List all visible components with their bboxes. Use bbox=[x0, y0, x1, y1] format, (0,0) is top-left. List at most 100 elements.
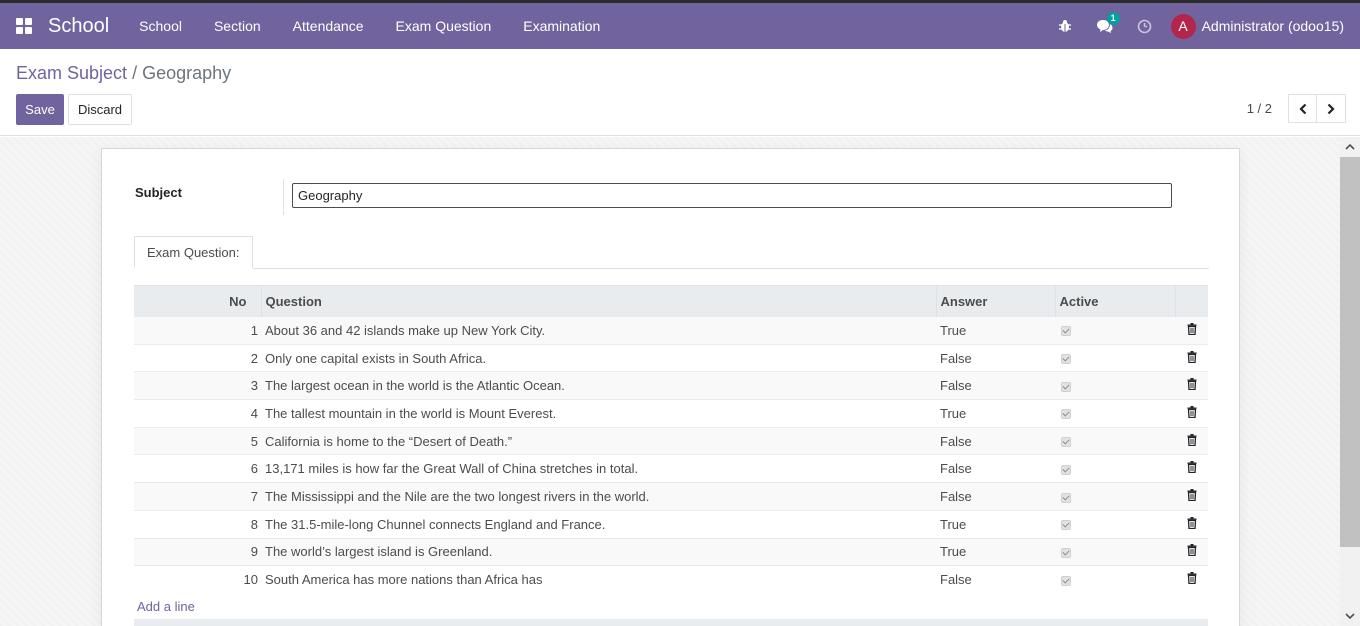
control-panel: Exam Subject / Geography Save Discard 1 … bbox=[0, 49, 1360, 136]
active-checkbox[interactable] bbox=[1061, 437, 1071, 448]
table-row[interactable]: 9 The world’s largest island is Greenland… bbox=[134, 537, 1208, 566]
debug-bug-icon[interactable] bbox=[1045, 3, 1085, 49]
table-body: 1 About 36 and 42 islands make up New Yor… bbox=[134, 316, 1208, 594]
row-question[interactable]: 13,171 miles is how far the Great Wall o… bbox=[261, 454, 936, 483]
trash-icon[interactable] bbox=[1187, 378, 1197, 391]
scroll-up-arrow-icon[interactable] bbox=[1344, 141, 1356, 153]
page-scrollbar[interactable] bbox=[1340, 137, 1360, 626]
trash-icon[interactable] bbox=[1187, 433, 1197, 446]
row-answer[interactable]: False bbox=[936, 371, 1055, 400]
row-active-cell bbox=[1055, 537, 1175, 566]
trash-icon[interactable] bbox=[1187, 572, 1197, 585]
app-brand[interactable]: School bbox=[48, 15, 109, 38]
table-row[interactable]: 6 13,171 miles is how far the Great Wall … bbox=[134, 454, 1208, 483]
nav-item-attendance[interactable]: Attendance bbox=[277, 18, 380, 34]
row-number: 2 bbox=[134, 343, 261, 372]
row-question[interactable]: The 31.5-mile-long Chunnel connects Engl… bbox=[261, 509, 936, 538]
add-line-link[interactable]: Add a line bbox=[137, 599, 195, 614]
active-checkbox[interactable] bbox=[1061, 464, 1071, 475]
row-delete-cell bbox=[1175, 509, 1208, 538]
active-checkbox[interactable] bbox=[1061, 575, 1071, 586]
table-row[interactable]: 1 About 36 and 42 islands make up New Yor… bbox=[134, 316, 1208, 345]
activity-clock-icon[interactable] bbox=[1125, 3, 1165, 49]
breadcrumb-separator: / bbox=[132, 63, 138, 83]
row-number: 3 bbox=[134, 371, 261, 400]
subject-label: Subject bbox=[135, 185, 182, 200]
scrollbar-thumb[interactable] bbox=[1340, 157, 1360, 547]
row-answer[interactable]: False bbox=[936, 426, 1055, 455]
nav-item-section[interactable]: Section bbox=[198, 18, 277, 34]
pager-next-button[interactable] bbox=[1317, 94, 1346, 123]
messages-icon[interactable]: 1 bbox=[1085, 3, 1125, 49]
pager-previous-button[interactable] bbox=[1288, 94, 1317, 123]
row-answer[interactable]: True bbox=[936, 399, 1055, 428]
trash-icon[interactable] bbox=[1187, 350, 1197, 363]
row-delete-cell bbox=[1175, 426, 1208, 455]
table-row[interactable]: 4 The tallest mountain in the world is Mo… bbox=[134, 399, 1208, 428]
table-row[interactable]: 2 Only one capital exists in South Africa… bbox=[134, 343, 1208, 372]
active-checkbox[interactable] bbox=[1061, 492, 1071, 503]
table-row[interactable]: 7 The Mississippi and the Nile are the tw… bbox=[134, 482, 1208, 511]
table-row[interactable]: 3 The largest ocean in the world is the A… bbox=[134, 371, 1208, 400]
active-checkbox[interactable] bbox=[1061, 547, 1071, 558]
row-question[interactable]: California is home to the “Desert of Dea… bbox=[261, 426, 936, 455]
row-answer[interactable]: True bbox=[936, 316, 1055, 345]
tab-exam-question[interactable]: Exam Question: bbox=[134, 236, 253, 269]
breadcrumb-parent-link[interactable]: Exam Subject bbox=[16, 63, 127, 83]
trash-icon[interactable] bbox=[1187, 322, 1197, 335]
nav-item-school[interactable]: School bbox=[123, 18, 198, 34]
active-checkbox[interactable] bbox=[1061, 354, 1071, 365]
column-header-active[interactable]: Active bbox=[1054, 285, 1175, 317]
row-question[interactable]: The largest ocean in the world is the At… bbox=[261, 371, 936, 400]
scroll-down-arrow-icon[interactable] bbox=[1344, 610, 1356, 622]
row-number: 10 bbox=[134, 565, 261, 594]
label-divider bbox=[283, 179, 284, 215]
save-button[interactable]: Save bbox=[16, 94, 64, 125]
pager-value[interactable]: 1 / 2 bbox=[1247, 101, 1272, 116]
row-question[interactable]: The world’s largest island is Greenland. bbox=[261, 537, 936, 566]
row-answer[interactable]: False bbox=[936, 454, 1055, 483]
row-answer[interactable]: False bbox=[936, 565, 1055, 594]
trash-icon[interactable] bbox=[1187, 544, 1197, 557]
row-delete-cell bbox=[1175, 371, 1208, 400]
row-number: 9 bbox=[134, 537, 261, 566]
row-delete-cell bbox=[1175, 537, 1208, 566]
row-number: 7 bbox=[134, 482, 261, 511]
row-answer[interactable]: False bbox=[936, 482, 1055, 511]
messages-count-badge: 1 bbox=[1106, 12, 1120, 25]
row-question[interactable]: Only one capital exists in South Africa. bbox=[261, 343, 936, 372]
row-active-cell bbox=[1055, 426, 1175, 455]
trash-icon[interactable] bbox=[1187, 405, 1197, 419]
column-header-question[interactable]: Question bbox=[260, 285, 936, 317]
row-question[interactable]: The tallest mountain in the world is Mou… bbox=[261, 399, 936, 428]
nav-item-examination[interactable]: Examination bbox=[507, 18, 616, 34]
row-question[interactable]: South America has more nations than Afri… bbox=[261, 565, 936, 594]
row-number: 1 bbox=[134, 316, 261, 345]
table-row[interactable]: 5 California is home to the “Desert of De… bbox=[134, 426, 1208, 455]
row-answer[interactable]: True bbox=[936, 509, 1055, 538]
trash-icon[interactable] bbox=[1187, 488, 1197, 502]
trash-icon[interactable] bbox=[1187, 461, 1197, 474]
apps-menu-icon[interactable] bbox=[16, 18, 32, 34]
user-menu[interactable]: A Administrator (odoo15) bbox=[1170, 13, 1344, 39]
row-active-cell bbox=[1055, 454, 1175, 483]
row-answer[interactable]: False bbox=[936, 343, 1055, 372]
column-header-answer[interactable]: Answer bbox=[935, 285, 1055, 317]
column-header-no[interactable]: No bbox=[134, 285, 261, 317]
nav-item-exam-question[interactable]: Exam Question bbox=[380, 18, 508, 34]
discard-button[interactable]: Discard bbox=[68, 94, 132, 125]
row-answer[interactable]: True bbox=[936, 537, 1055, 566]
breadcrumb: Exam Subject / Geography bbox=[16, 63, 231, 84]
active-checkbox[interactable] bbox=[1061, 326, 1071, 337]
trash-icon[interactable] bbox=[1187, 516, 1197, 529]
row-delete-cell bbox=[1175, 343, 1208, 372]
table-row[interactable]: 8 The 31.5-mile-long Chunnel connects Eng… bbox=[134, 509, 1208, 538]
subject-input[interactable] bbox=[292, 183, 1172, 208]
active-checkbox[interactable] bbox=[1061, 381, 1071, 392]
row-question[interactable]: The Mississippi and the Nile are the two… bbox=[261, 482, 936, 511]
active-checkbox[interactable] bbox=[1061, 409, 1071, 420]
table-row[interactable]: 10 South America has more nations than Af… bbox=[134, 565, 1208, 594]
row-question[interactable]: About 36 and 42 islands make up New York… bbox=[261, 316, 936, 345]
pager-buttons bbox=[1288, 94, 1346, 123]
active-checkbox[interactable] bbox=[1061, 520, 1071, 531]
